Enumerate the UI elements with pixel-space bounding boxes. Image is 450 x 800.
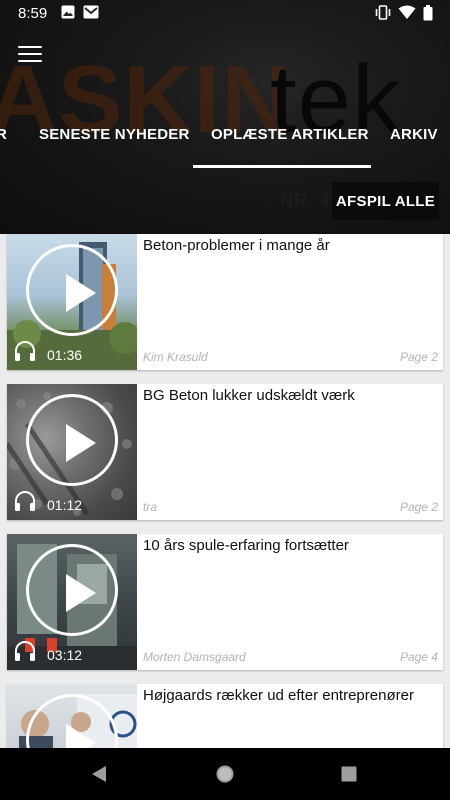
article-author: tra [143,500,158,514]
battery-icon [423,5,433,25]
recents-icon[interactable] [341,766,357,787]
headphones-icon [14,490,36,512]
vibrate-icon [375,5,391,24]
play-all-button[interactable]: AFSPIL ALLE [332,182,439,220]
article-card[interactable]: 03:12 10 års spule-erfaring fortsætter M… [7,534,443,670]
audio-duration: 01:12 [47,497,83,513]
headphones-icon [14,640,36,662]
back-icon[interactable] [90,765,108,788]
header-banner: ASKIN tek NR. 4 8:59 R SENESTE NYHEDER O… [0,0,450,234]
audio-duration: 03:12 [47,647,83,663]
article-title: Beton-problemer i mange år [143,237,330,254]
tab-bar: R SENESTE NYHEDER OPLÆSTE ARTIKLER ARKIV [0,115,450,170]
article-list: 01:36 Beton-problemer i mange år Kim Kra… [7,234,443,800]
tab-selected-indicator [193,165,371,168]
system-navigation-bar [0,748,450,800]
gmail-notification-icon [83,5,99,23]
menu-icon[interactable] [18,46,42,66]
tab-arkiv[interactable]: ARKIV [390,126,438,143]
article-author: Morten Damsgaard [143,650,246,664]
article-page: Page 2 [399,350,438,364]
article-card[interactable]: 01:36 Beton-problemer i mange år Kim Kra… [7,234,443,370]
article-title: Højgaards rækker ud efter entreprenører [143,687,414,704]
tab-oplaeste-artikler[interactable]: OPLÆSTE ARTIKLER [211,126,369,143]
play-circle-icon[interactable] [26,244,118,336]
article-title: 10 års spule-erfaring fortsætter [143,537,349,554]
image-notification-icon [61,5,75,23]
tab-seneste-nyheder[interactable]: SENESTE NYHEDER [39,126,190,143]
home-icon[interactable] [215,764,235,789]
play-circle-icon[interactable] [26,394,118,486]
article-title: BG Beton lukker udskældt værk [143,387,355,404]
headphones-icon [14,340,36,362]
article-thumbnail: 01:36 [7,234,137,370]
article-thumbnail: 01:12 [7,384,137,520]
status-time: 8:59 [18,5,48,22]
tab-previous-partial[interactable]: R [0,126,7,143]
status-bar: 8:59 [0,0,450,26]
article-card[interactable]: 01:12 BG Beton lukker udskældt værk tra … [7,384,443,520]
app-screen: { "status_bar": { "time": "8:59" }, "bac… [0,0,450,800]
wifi-icon [398,5,416,24]
article-thumbnail: 03:12 [7,534,137,670]
play-circle-icon[interactable] [26,544,118,636]
article-page: Page 4 [399,650,438,664]
article-page: Page 2 [399,500,438,514]
audio-duration: 01:36 [47,347,83,363]
article-author: Kim Krasuld [143,350,208,364]
